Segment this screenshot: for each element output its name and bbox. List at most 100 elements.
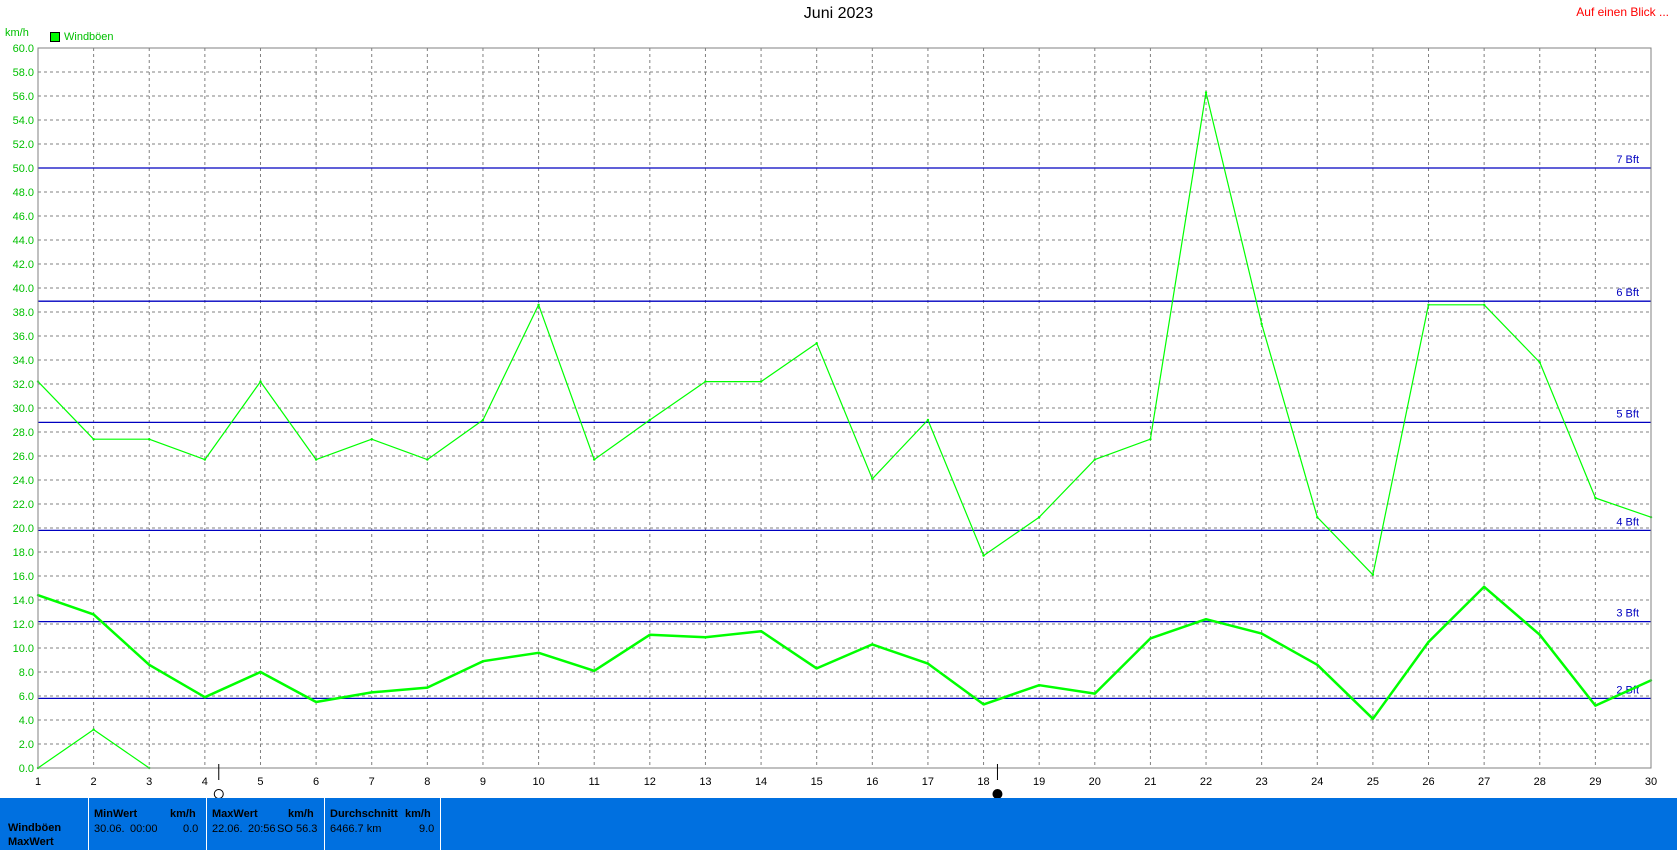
x-tick-label: 20 xyxy=(1089,776,1101,788)
data-point-avg xyxy=(593,669,596,672)
y-tick-label: 42.0 xyxy=(13,259,34,271)
data-point-max xyxy=(1149,438,1152,441)
moon-markers xyxy=(213,764,1003,798)
y-tick-label: 32.0 xyxy=(13,379,34,391)
x-tick-label: 11 xyxy=(588,776,599,788)
data-point-max xyxy=(982,554,985,557)
data-point-avg xyxy=(982,703,985,706)
data-point-min xyxy=(92,728,95,731)
data-point-max xyxy=(1594,496,1597,500)
beaufort-label: 6 Bft xyxy=(1616,287,1639,299)
y-tick-label: 36.0 xyxy=(13,331,34,343)
data-point-avg xyxy=(259,670,262,674)
x-tick-label: 10 xyxy=(532,776,544,788)
x-tick-label: 21 xyxy=(1144,776,1156,788)
y-tick-label: 4.0 xyxy=(19,715,34,727)
stats-min-value: 0.0 xyxy=(183,823,199,835)
stats-max-unit: km/h xyxy=(288,808,314,820)
stats-avg-cell: Durchschnitt km/h 6466.7 km 9.0 xyxy=(324,798,441,850)
x-tick-label: 3 xyxy=(146,776,152,788)
data-point-max xyxy=(759,380,763,383)
x-tick-label: 15 xyxy=(811,776,823,788)
data-point-avg xyxy=(704,636,707,639)
full-moon-icon xyxy=(992,789,1003,798)
beaufort-label: 5 Bft xyxy=(1616,408,1639,420)
x-tick-label: 22 xyxy=(1200,776,1212,788)
stats-row-labels: Windböen MaxWert xyxy=(0,798,89,850)
data-point-max xyxy=(1371,573,1375,576)
stats-min-header: MinWert xyxy=(94,808,138,820)
y-tick-label: 6.0 xyxy=(19,691,34,703)
stats-avg-header: Durchschnitt xyxy=(330,808,398,820)
x-tick-label: 16 xyxy=(866,776,878,788)
data-point-avg xyxy=(314,700,318,704)
stats-row-label-maxvalue: MaxWert xyxy=(8,836,54,848)
data-point-avg xyxy=(92,613,95,616)
x-tick-label: 27 xyxy=(1478,776,1490,788)
x-tick-label: 24 xyxy=(1311,776,1323,788)
stats-max-cell: MaxWert km/h 22.06. 20:56 SO 56.3 xyxy=(206,798,325,850)
series-line-max xyxy=(37,91,1652,576)
data-point-max xyxy=(1538,361,1541,364)
x-tick-label: 28 xyxy=(1534,776,1546,788)
stats-avg-unit: km/h xyxy=(405,808,431,820)
data-point-max xyxy=(426,458,429,461)
x-tick-label: 26 xyxy=(1422,776,1434,788)
statistics-panel: Windböen MaxWert MinWert km/h 30.06. 00:… xyxy=(0,798,1677,850)
x-tick-label: 19 xyxy=(1033,776,1045,788)
x-tick-label: 13 xyxy=(699,776,711,788)
beaufort-label: 7 Bft xyxy=(1616,154,1639,166)
data-point-avg xyxy=(871,643,874,646)
x-tick-label: 14 xyxy=(755,776,767,788)
stats-min-time: 00:00 xyxy=(130,823,158,835)
x-tick-label: 6 xyxy=(313,776,319,788)
axes: 0.0 2.0 4.0 6.0 8.0 10.0 12.0 14.0 16.0 18.0 20.0 2… xyxy=(13,43,1658,788)
stats-min-date: 30.06. xyxy=(94,823,125,835)
data-point-max xyxy=(92,438,95,441)
y-tick-label: 28.0 xyxy=(13,427,34,439)
data-point-max xyxy=(593,458,596,461)
y-tick-label: 0.0 xyxy=(19,763,34,775)
x-tick-label: 5 xyxy=(257,776,263,788)
data-point-max xyxy=(1260,322,1263,326)
y-tick-label: 10.0 xyxy=(13,643,34,655)
data-point-max xyxy=(148,438,151,441)
y-tick-label: 58.0 xyxy=(13,67,34,79)
y-tick-label: 46.0 xyxy=(13,211,34,223)
y-tick-label: 48.0 xyxy=(13,187,34,199)
data-point-avg xyxy=(648,633,652,636)
stats-max-header: MaxWert xyxy=(212,808,258,820)
stats-min-cell: MinWert km/h 30.06. 00:00 0.0 xyxy=(88,798,207,850)
y-tick-label: 20.0 xyxy=(13,523,34,535)
y-tick-label: 26.0 xyxy=(13,451,34,463)
data-point-avg xyxy=(148,663,151,666)
data-point-avg xyxy=(1037,684,1041,687)
data-point-max xyxy=(1037,516,1041,519)
x-tick-label: 30 xyxy=(1645,776,1657,788)
x-tick-label: 1 xyxy=(35,776,41,788)
x-tick-label: 25 xyxy=(1367,776,1379,788)
data-point-avg xyxy=(1482,585,1486,588)
y-tick-label: 56.0 xyxy=(13,91,34,103)
data-point-max xyxy=(259,380,262,383)
x-tick-label: 29 xyxy=(1589,776,1601,788)
x-tick-label: 8 xyxy=(424,776,430,788)
stats-max-value: 56.3 xyxy=(296,823,318,835)
y-tick-label: 2.0 xyxy=(19,739,34,751)
stats-avg-value: 9.0 xyxy=(419,823,435,835)
data-point-avg xyxy=(1204,618,1208,621)
data-point-avg xyxy=(1427,640,1430,644)
data-point-max xyxy=(1427,303,1430,306)
data-point-max xyxy=(815,342,818,345)
y-tick-label: 40.0 xyxy=(13,283,34,295)
y-tick-label: 34.0 xyxy=(13,355,34,367)
x-tick-label: 12 xyxy=(644,776,656,788)
data-point-avg xyxy=(426,686,429,689)
data-point-max xyxy=(537,303,540,306)
data-point-avg xyxy=(370,691,373,694)
data-point-avg xyxy=(815,667,818,670)
wind-gust-chart: 2 Bft3 Bft4 Bft5 Bft6 Bft7 Bft 0.02.04.0… xyxy=(13,43,1658,798)
y-tick-label: 44.0 xyxy=(13,235,34,247)
x-tick-label: 23 xyxy=(1256,776,1268,788)
data-point-avg xyxy=(1594,704,1597,707)
